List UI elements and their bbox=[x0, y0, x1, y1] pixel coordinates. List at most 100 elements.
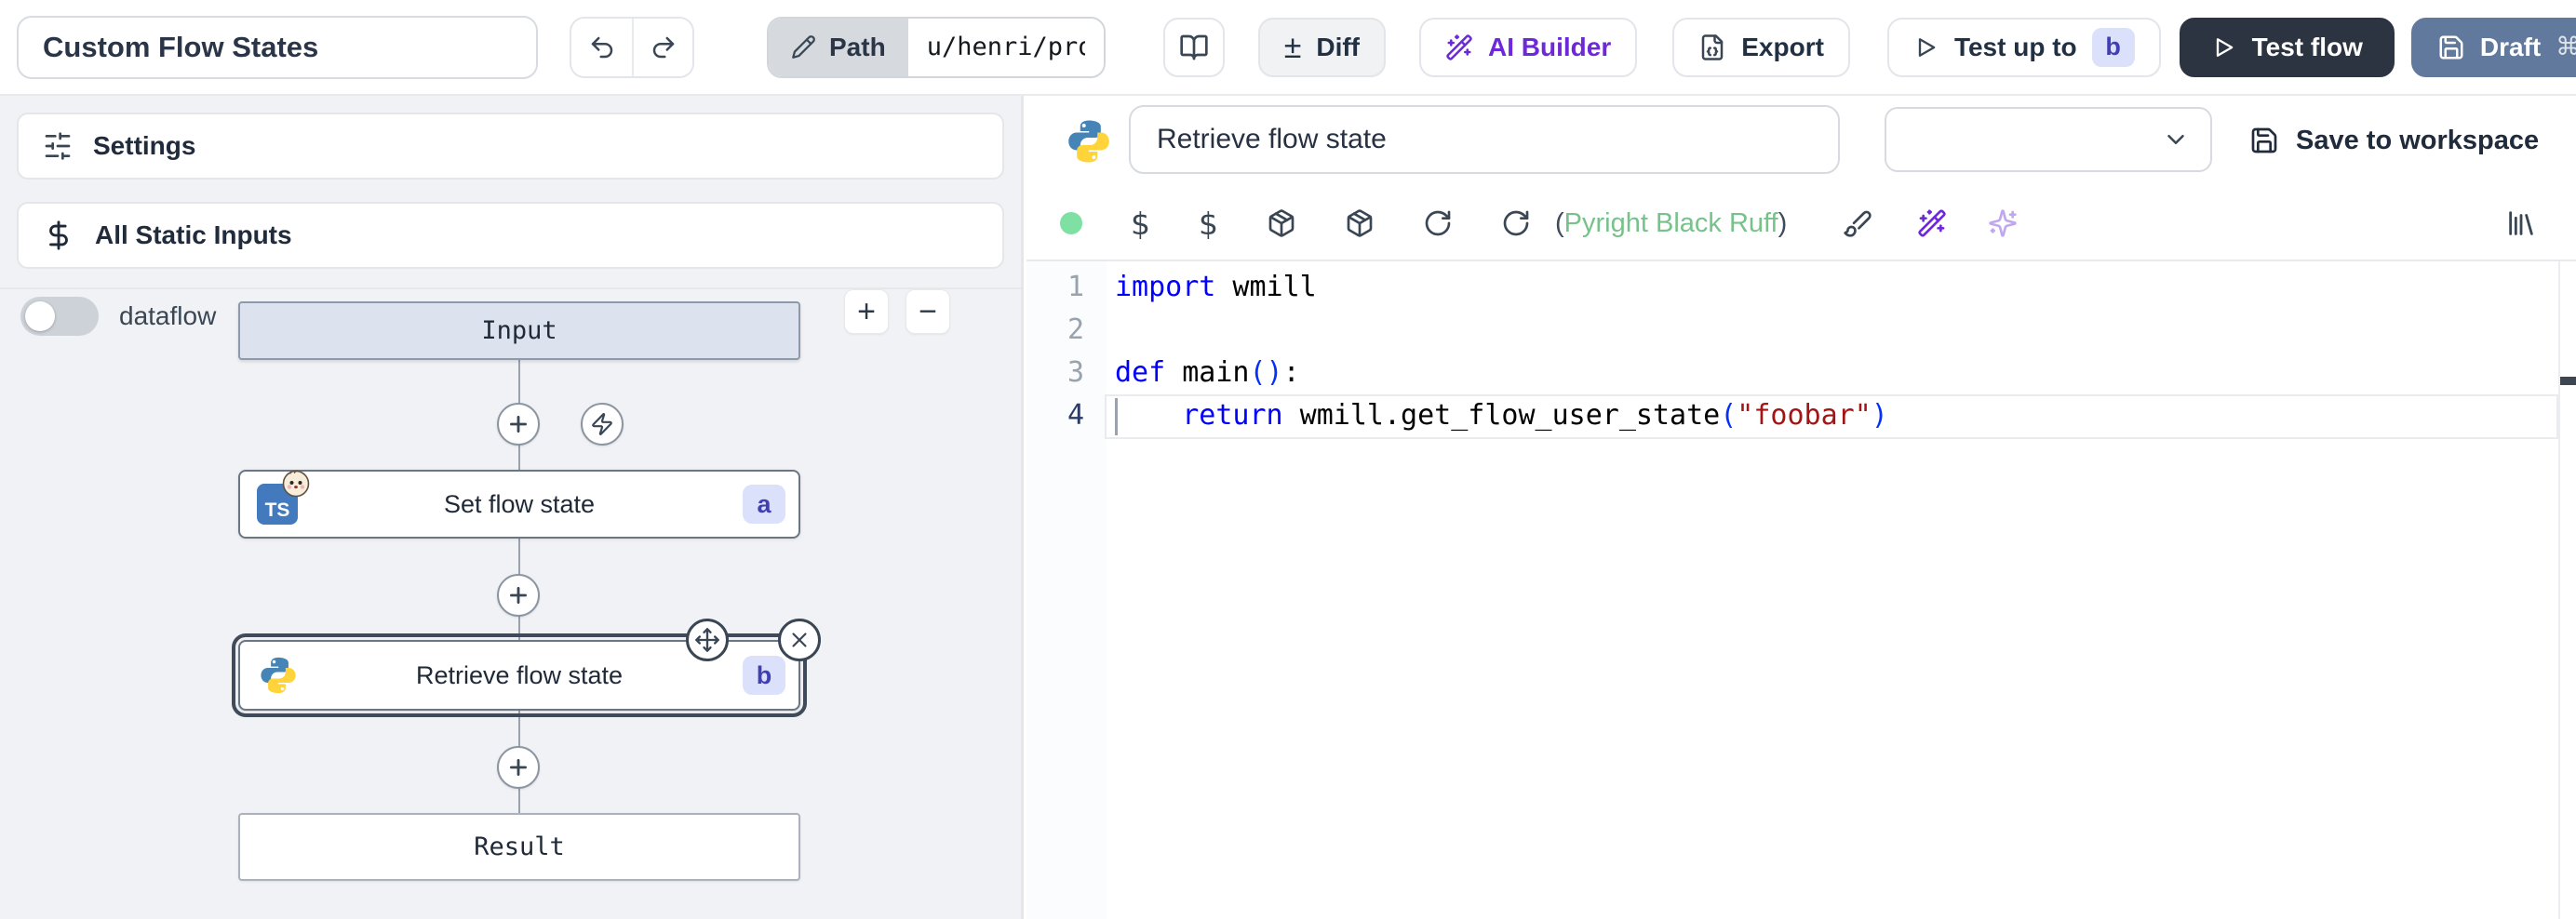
bolt-icon bbox=[590, 412, 614, 436]
plus-icon bbox=[506, 755, 530, 779]
redo-button[interactable] bbox=[632, 19, 692, 76]
undo-button[interactable] bbox=[571, 19, 632, 76]
save-draft-button[interactable]: Draft ⌘S bbox=[2411, 18, 2576, 77]
assistants-names: Pyright Black Ruff bbox=[1564, 208, 1778, 239]
flow-sidebar: Settings All Static Inputs dataflow + − … bbox=[0, 96, 1024, 919]
sparkles-icon bbox=[1988, 208, 2018, 238]
save-icon bbox=[2437, 33, 2465, 61]
editor-scrollbar[interactable] bbox=[2558, 261, 2560, 919]
delete-step-button[interactable] bbox=[778, 619, 821, 661]
test-flow-button[interactable]: Test flow bbox=[2180, 18, 2395, 77]
sidebar-item-all-static-inputs[interactable]: All Static Inputs bbox=[17, 202, 1004, 269]
edit-path-button[interactable]: Path bbox=[769, 19, 908, 76]
reload-icon bbox=[1501, 208, 1531, 238]
editor-toolbar: $ $ (Pyright Black Ruff) bbox=[1026, 189, 2576, 258]
library-icon bbox=[2505, 207, 2537, 239]
magic-wand-icon bbox=[1445, 33, 1473, 61]
paintbrush-icon bbox=[1843, 208, 1872, 238]
undo-icon bbox=[588, 33, 616, 61]
code-line bbox=[1115, 309, 2548, 352]
test-up-to-step-badge: b bbox=[2092, 28, 2135, 67]
plus-icon bbox=[506, 583, 530, 607]
add-variable-button[interactable]: $ bbox=[1131, 208, 1150, 239]
node-set-flow-state[interactable]: TS Set flow state a bbox=[238, 470, 800, 539]
zoom-out-button[interactable]: − bbox=[906, 289, 950, 334]
line-numbers: 1 2 3 4 bbox=[1026, 266, 1084, 437]
book-open-icon bbox=[1179, 33, 1209, 62]
play-icon bbox=[2211, 34, 2237, 60]
zoom-in-button[interactable]: + bbox=[844, 289, 889, 334]
format-code-button[interactable] bbox=[1843, 208, 1872, 238]
move-icon bbox=[694, 627, 720, 653]
code-line: import wmill bbox=[1115, 266, 2548, 309]
settings-label: Settings bbox=[93, 131, 195, 161]
play-icon bbox=[1913, 34, 1939, 60]
chevron-down-icon bbox=[2162, 126, 2190, 153]
top-toolbar: Path ± Diff AI Builder Export Test up to… bbox=[0, 0, 2576, 96]
path-control: Path bbox=[767, 17, 1106, 78]
workspace-script-dropdown[interactable] bbox=[1885, 107, 2212, 172]
code-assistants-status[interactable]: (Pyright Black Ruff) bbox=[1555, 208, 1787, 239]
ai-edit-button[interactable] bbox=[1917, 208, 1947, 238]
flow-title-input[interactable] bbox=[17, 16, 538, 79]
ai-builder-button[interactable]: AI Builder bbox=[1419, 18, 1637, 77]
move-step-button[interactable] bbox=[686, 619, 729, 661]
insert-step-button[interactable] bbox=[497, 746, 540, 789]
sidebar-item-settings[interactable]: Settings bbox=[17, 113, 1004, 180]
scrollbar-cursor-marker bbox=[2560, 377, 2576, 385]
status-dot bbox=[1060, 212, 1082, 234]
sliders-icon bbox=[43, 131, 73, 161]
dataflow-label: dataflow bbox=[119, 301, 216, 331]
code-line: return wmill.get_flow_user_state("foobar… bbox=[1115, 394, 2548, 437]
dataflow-toggle[interactable] bbox=[20, 297, 99, 336]
step-name-input[interactable] bbox=[1129, 105, 1840, 174]
graph-zoom-controls: + − bbox=[844, 289, 950, 334]
package-icon bbox=[1345, 208, 1375, 238]
close-icon bbox=[787, 628, 812, 652]
docs-button[interactable] bbox=[1163, 18, 1225, 77]
plus-icon bbox=[506, 412, 530, 436]
code-content: import wmill def main(): return wmill.ge… bbox=[1115, 266, 2548, 437]
add-trigger-button[interactable] bbox=[581, 403, 624, 446]
reload-button[interactable] bbox=[1501, 208, 1531, 238]
export-button[interactable]: Export bbox=[1672, 18, 1850, 77]
add-resource-button[interactable]: $ bbox=[1199, 208, 1218, 239]
reload-button[interactable] bbox=[1423, 208, 1453, 238]
test-up-to-button[interactable]: Test up to b bbox=[1887, 18, 2161, 77]
undo-redo-group bbox=[570, 17, 694, 78]
dollar-icon: $ bbox=[1199, 208, 1218, 239]
python-icon bbox=[257, 654, 300, 697]
python-icon bbox=[1064, 116, 1114, 166]
save-to-workspace-button[interactable]: Save to workspace bbox=[2249, 111, 2539, 170]
insert-step-button[interactable] bbox=[497, 403, 540, 446]
step-editor-panel: Save to workspace $ $ (Pyright Black Ruf… bbox=[1026, 96, 2576, 919]
step-id-badge: a bbox=[743, 485, 785, 524]
draft-shortcut: ⌘S bbox=[2556, 33, 2576, 61]
dollar-icon: $ bbox=[1131, 208, 1150, 239]
package-button[interactable] bbox=[1345, 208, 1375, 238]
save-icon bbox=[2249, 126, 2279, 155]
package-icon bbox=[1267, 208, 1296, 238]
plus-minus-icon: ± bbox=[1284, 32, 1302, 63]
code-line: def main(): bbox=[1115, 352, 2548, 394]
bun-icon bbox=[281, 469, 311, 499]
export-file-icon bbox=[1698, 33, 1726, 61]
ai-suggest-button[interactable] bbox=[1988, 208, 2018, 238]
node-input[interactable]: Input bbox=[238, 301, 800, 360]
diff-button[interactable]: ± Diff bbox=[1258, 18, 1386, 77]
flow-graph: dataflow + − Input TS bbox=[0, 287, 1021, 919]
typescript-bun-icon: TS bbox=[257, 484, 298, 525]
magic-wand-icon bbox=[1917, 208, 1947, 238]
path-label: Path bbox=[829, 33, 886, 62]
dollar-icon bbox=[43, 220, 74, 251]
library-button[interactable] bbox=[2505, 207, 2537, 239]
step-id-badge: b bbox=[743, 656, 785, 695]
path-value-input[interactable] bbox=[908, 19, 1104, 76]
code-editor[interactable]: 1 2 3 4 import wmill def main(): return … bbox=[1026, 261, 2576, 919]
pencil-icon bbox=[791, 34, 816, 60]
insert-step-button[interactable] bbox=[497, 574, 540, 617]
redo-icon bbox=[650, 33, 678, 61]
toggle-knob bbox=[25, 301, 55, 331]
package-button[interactable] bbox=[1267, 208, 1296, 238]
node-result[interactable]: Result bbox=[238, 813, 800, 881]
